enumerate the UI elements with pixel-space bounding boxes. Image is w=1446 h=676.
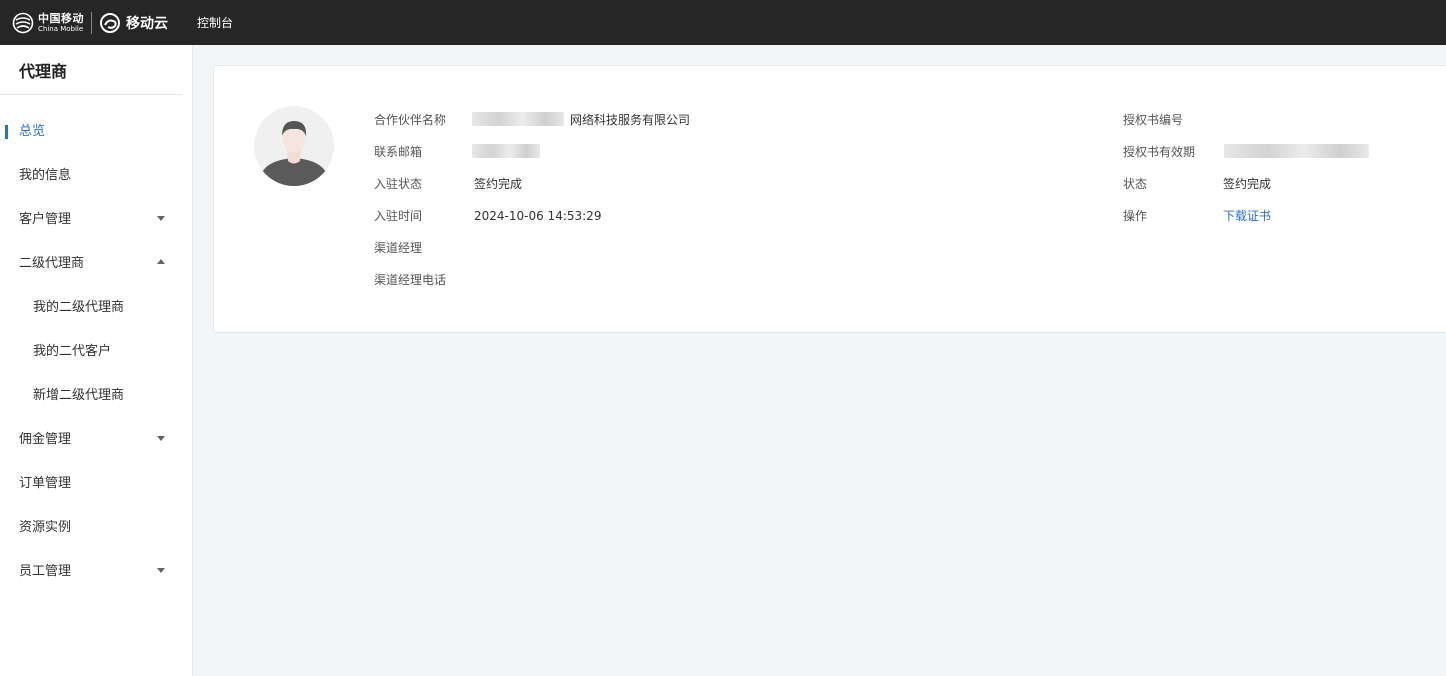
status-value: 签约完成 <box>1223 177 1272 191</box>
auth-validity-label: 授权书有效期 <box>1123 145 1196 159</box>
sidebar-item-resource-instances[interactable]: 资源实例 <box>0 506 192 550</box>
chevron-up-icon <box>157 259 165 264</box>
chevron-down-icon <box>157 436 165 441</box>
status-label: 状态 <box>1123 177 1148 191</box>
sidebar-item-my-secondary-agents[interactable]: 我的二级代理商 <box>0 286 192 330</box>
china-mobile-logo: 中国移动 China Mobile <box>12 12 84 34</box>
sidebar-item-label: 客户管理 <box>19 212 72 227</box>
avatar <box>254 106 334 186</box>
partner-name-label: 合作伙伴名称 <box>374 113 447 127</box>
china-mobile-en: China Mobile <box>38 24 84 33</box>
download-certificate-link[interactable]: 下载证书 <box>1223 208 1271 224</box>
mobile-cloud-logo: 移动云 <box>99 12 168 34</box>
sidebar-item-label: 佣金管理 <box>19 432 72 447</box>
logo-divider <box>91 11 92 34</box>
sidebar-item-add-secondary-agent[interactable]: 新增二级代理商 <box>0 374 192 418</box>
channel-manager-phone-label: 渠道经理电话 <box>374 273 447 287</box>
user-avatar-icon <box>254 106 334 186</box>
sidebar-item-secondary-agent[interactable]: 二级代理商 <box>0 242 192 286</box>
email-redacted <box>472 144 540 158</box>
channel-manager-label: 渠道经理 <box>374 241 423 255</box>
entry-time-label: 入驻时间 <box>374 209 423 223</box>
console-nav-link[interactable]: 控制台 <box>197 14 233 31</box>
sidebar-item-label: 资源实例 <box>19 520 72 535</box>
entry-status-value: 签约完成 <box>474 177 523 191</box>
brand-logo[interactable]: 中国移动 China Mobile 移动云 <box>0 0 168 45</box>
entry-time-value: 2024-10-06 14:53:29 <box>474 209 602 223</box>
partner-info-card: 合作伙伴名称 网络科技服务有限公司 联系邮箱 入驻状态 签约完成 入驻时间 20… <box>213 65 1446 333</box>
top-bar: 中国移动 China Mobile 移动云 控制台 <box>0 0 1446 45</box>
sidebar-item-label: 总览 <box>19 124 46 139</box>
sidebar-item-order-management[interactable]: 订单管理 <box>0 462 192 506</box>
auth-number-label: 授权书编号 <box>1123 113 1184 127</box>
mobile-cloud-text: 移动云 <box>126 15 168 32</box>
china-mobile-cn: 中国移动 <box>38 11 84 25</box>
email-label: 联系邮箱 <box>374 145 423 159</box>
sidebar-item-my-info[interactable]: 我的信息 <box>0 154 192 198</box>
sidebar-menu: 总览 我的信息 客户管理 二级代理商 我的二级代理商 我的二代客户 新增二级代理… <box>0 110 192 594</box>
chevron-down-icon <box>157 216 165 221</box>
sidebar-item-overview[interactable]: 总览 <box>0 110 192 154</box>
sidebar-item-label: 二级代理商 <box>19 256 85 271</box>
sidebar: 代理商 总览 我的信息 客户管理 二级代理商 我的二级代理商 我的二代客户 新增… <box>0 45 193 676</box>
sidebar-item-label: 我的二级代理商 <box>33 300 125 315</box>
auth-validity-redacted <box>1224 144 1369 158</box>
action-label: 操作 <box>1123 209 1148 223</box>
sidebar-item-customer-management[interactable]: 客户管理 <box>0 198 192 242</box>
sidebar-item-label: 订单管理 <box>19 476 72 491</box>
sidebar-title: 代理商 <box>0 45 182 95</box>
sidebar-item-label: 我的二代客户 <box>33 344 112 359</box>
sidebar-item-label: 新增二级代理商 <box>33 388 125 403</box>
sidebar-item-commission-management[interactable]: 佣金管理 <box>0 418 192 462</box>
entry-status-label: 入驻状态 <box>374 177 423 191</box>
sidebar-item-my-secondary-customers[interactable]: 我的二代客户 <box>0 330 192 374</box>
china-mobile-icon <box>12 12 34 33</box>
sidebar-item-staff-management[interactable]: 员工管理 <box>0 550 192 594</box>
partner-name-redacted <box>472 112 564 126</box>
sidebar-item-label: 我的信息 <box>19 168 72 183</box>
cloud-logo-icon <box>100 12 120 33</box>
chevron-down-icon <box>157 568 165 573</box>
partner-name-value: 网络科技服务有限公司 <box>570 113 691 127</box>
sidebar-item-label: 员工管理 <box>19 564 72 579</box>
